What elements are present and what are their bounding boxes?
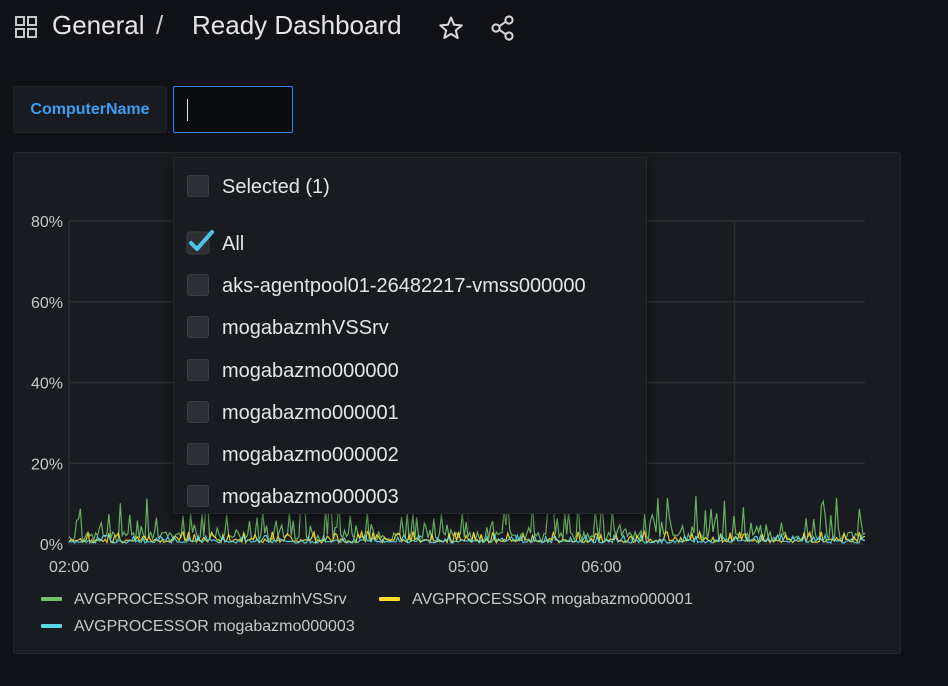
legend-item[interactable]: AVGPROCESSOR mogabazmo000003 (41, 617, 355, 637)
option-item[interactable]: mogabazmo000002 (174, 437, 646, 473)
option-label: mogabazmhVSSrv (222, 317, 389, 339)
option-label: aks-agentpool01-26482217-vmss000000 (222, 275, 586, 297)
checkbox[interactable] (187, 485, 209, 507)
dashboard-title[interactable]: Ready Dashboard (192, 10, 402, 41)
star-icon[interactable] (438, 15, 464, 41)
checkbox[interactable] (187, 443, 209, 465)
selected-toggle[interactable]: Selected (1) (174, 169, 646, 205)
x-tick-label: 04:00 (315, 559, 355, 576)
legend-label: AVGPROCESSOR mogabazmo000003 (74, 618, 355, 635)
checkbox[interactable] (187, 274, 209, 296)
option-label: mogabazmo000002 (222, 444, 399, 466)
checkbox[interactable] (187, 359, 209, 381)
legend-item[interactable]: AVGPROCESSOR mogabazmhVSSrv (41, 590, 347, 610)
option-item[interactable]: aks-agentpool01-26482217-vmss000000 (174, 268, 646, 304)
checkbox[interactable] (187, 401, 209, 423)
option-all[interactable]: All (174, 226, 646, 262)
option-item[interactable]: mogabazmo000003 (174, 479, 646, 515)
x-tick-label: 06:00 (581, 559, 621, 576)
x-tick-label: 02:00 (49, 559, 89, 576)
legend-swatch (41, 596, 62, 601)
x-tick-label: 05:00 (448, 559, 488, 576)
option-label: mogabazmo000000 (222, 360, 399, 382)
legend-label: AVGPROCESSOR mogabazmo000001 (412, 591, 693, 608)
x-tick-label: 03:00 (182, 559, 222, 576)
option-label: mogabazmo000001 (222, 402, 399, 424)
grid-icon[interactable] (14, 15, 38, 39)
option-item[interactable]: mogabazmo000000 (174, 353, 646, 389)
checkbox[interactable] (187, 175, 209, 197)
share-icon[interactable] (490, 15, 516, 41)
breadcrumb-folder[interactable]: General (52, 10, 145, 41)
text-caret (187, 99, 188, 121)
legend-label: AVGPROCESSOR mogabazmhVSSrv (74, 591, 347, 608)
checkbox[interactable] (187, 316, 209, 338)
selected-count-label: Selected (1) (222, 176, 330, 198)
y-tick-label: 80% (31, 214, 63, 231)
x-tick-label: 07:00 (715, 559, 755, 576)
legend-swatch (379, 596, 400, 601)
option-label: mogabazmo000003 (222, 486, 399, 508)
legend-item[interactable]: AVGPROCESSOR mogabazmo000001 (379, 590, 693, 610)
y-tick-label: 60% (31, 295, 63, 312)
option-item[interactable]: mogabazmhVSSrv (174, 310, 646, 346)
option-label: All (222, 233, 245, 255)
checkmark-icon[interactable] (186, 226, 216, 256)
dashboard-header: General / Ready Dashboard (0, 0, 948, 56)
y-tick-label: 20% (31, 456, 63, 473)
legend-swatch (41, 623, 62, 628)
option-item[interactable]: mogabazmo000001 (174, 395, 646, 431)
variable-label: ComputerName (13, 86, 167, 133)
variable-options-dropdown[interactable]: Selected (1) All aks-agentpool01-2648221… (173, 157, 647, 514)
breadcrumb-separator: / (156, 10, 164, 40)
variable-search-input[interactable] (173, 86, 293, 133)
y-tick-label: 40% (31, 376, 63, 393)
y-tick-label: 0% (40, 537, 63, 554)
